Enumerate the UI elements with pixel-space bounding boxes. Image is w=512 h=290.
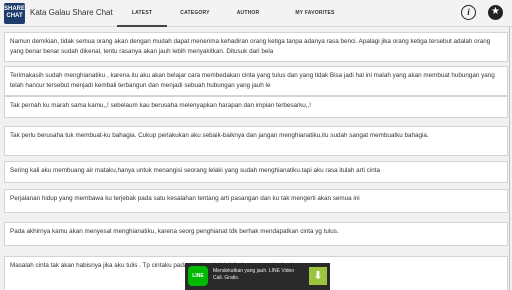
app-logo-line-2: CHAT xyxy=(6,13,23,19)
line-logo-icon: LINE xyxy=(188,266,208,286)
top-app-bar: SHARE CHAT Kata Galau Share Chat LATEST … xyxy=(0,0,512,27)
quote-card[interactable]: Sering kali aku membuang air mataku,hany… xyxy=(4,161,508,183)
quote-card[interactable]: Tak perlu berusaha tuk membuat-ku bahagi… xyxy=(4,126,508,156)
tab-latest[interactable]: LATEST xyxy=(117,10,167,27)
tab-my-favorites[interactable]: MY FAVORITES xyxy=(273,10,357,27)
ad-banner[interactable]: LINE Mendekatkan yang jauh. LINE Video C… xyxy=(185,263,330,290)
quote-card[interactable]: Terimakasih sudah menghianatiku , karena… xyxy=(4,66,508,96)
scrollbar[interactable] xyxy=(508,27,511,290)
quote-list[interactable]: Namun demikian, tidak semua orang akan d… xyxy=(0,27,512,290)
info-icon[interactable]: i xyxy=(461,5,476,20)
ad-text: Mendekatkan yang jauh. LINE Video Call. … xyxy=(213,268,295,281)
app-logo-line-1: SHARE xyxy=(4,6,26,12)
quote-card[interactable]: Perjalanan hidup yang membawa ku terjeba… xyxy=(4,189,508,213)
app-logo: SHARE CHAT xyxy=(4,3,25,24)
quote-card[interactable]: Tak pernah ku marah sama kamu,,! sebelau… xyxy=(4,96,508,118)
quote-card[interactable]: Pada akhirnya kamu akan menyesal menghia… xyxy=(4,222,508,246)
tab-category[interactable]: CATEGORY xyxy=(167,10,223,27)
app-title: Kata Galau Share Chat xyxy=(30,8,113,17)
tab-author[interactable]: AUTHOR xyxy=(223,10,273,27)
star-icon[interactable]: ★ xyxy=(488,5,503,20)
download-icon[interactable]: ⬇ xyxy=(309,267,327,285)
quote-card[interactable]: Namun demikian, tidak semua orang akan d… xyxy=(4,32,508,62)
